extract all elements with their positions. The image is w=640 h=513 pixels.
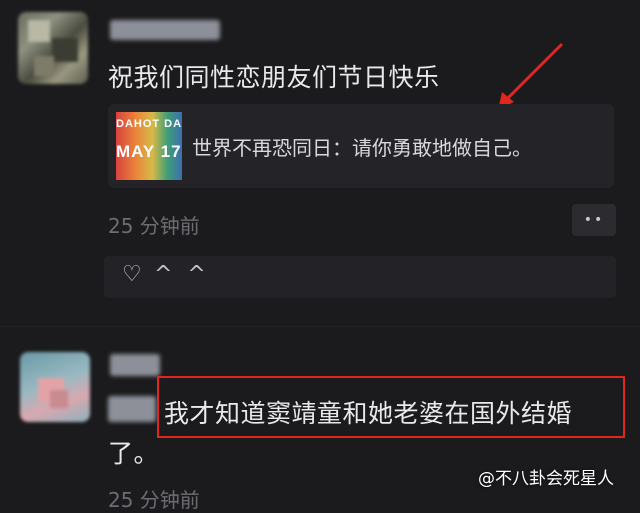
comment-text-continued: 了。 <box>108 439 160 468</box>
commenter-avatar[interactable] <box>20 352 90 422</box>
shared-link-card[interactable]: DAHOT DA MAY 17 世界不再恐同日：请你勇敢地做自己。 <box>108 104 614 188</box>
heart-icon[interactable]: ♡ <box>122 262 142 287</box>
more-options-button[interactable]: •• <box>572 204 616 236</box>
comment-text-blurred-prefix <box>108 396 156 422</box>
watermark: @不八卦会死星人 <box>478 469 614 489</box>
more-dots-icon: •• <box>583 212 605 228</box>
comment-timestamp: 25 分钟前 <box>108 214 200 238</box>
commenter-avatar[interactable] <box>18 12 88 84</box>
comment-divider <box>0 326 640 327</box>
reaction-carets[interactable]: ^ ^ <box>154 262 210 287</box>
comment-timestamp: 25 分钟前 <box>108 488 200 512</box>
link-thumbnail: DAHOT DA MAY 17 <box>116 112 182 180</box>
thumbnail-text: DAHOT DA <box>116 118 182 130</box>
commenter-name-blurred[interactable] <box>110 20 220 40</box>
link-title: 世界不再恐同日：请你勇敢地做自己。 <box>192 136 532 160</box>
reaction-bar: ♡ ^ ^ <box>104 256 616 298</box>
annotation-highlight-box <box>157 376 625 438</box>
thumbnail-date: MAY 17 <box>116 142 182 161</box>
commenter-name-blurred[interactable] <box>110 354 160 376</box>
comment-text: 祝我们同性恋朋友们节日快乐 <box>108 63 440 92</box>
